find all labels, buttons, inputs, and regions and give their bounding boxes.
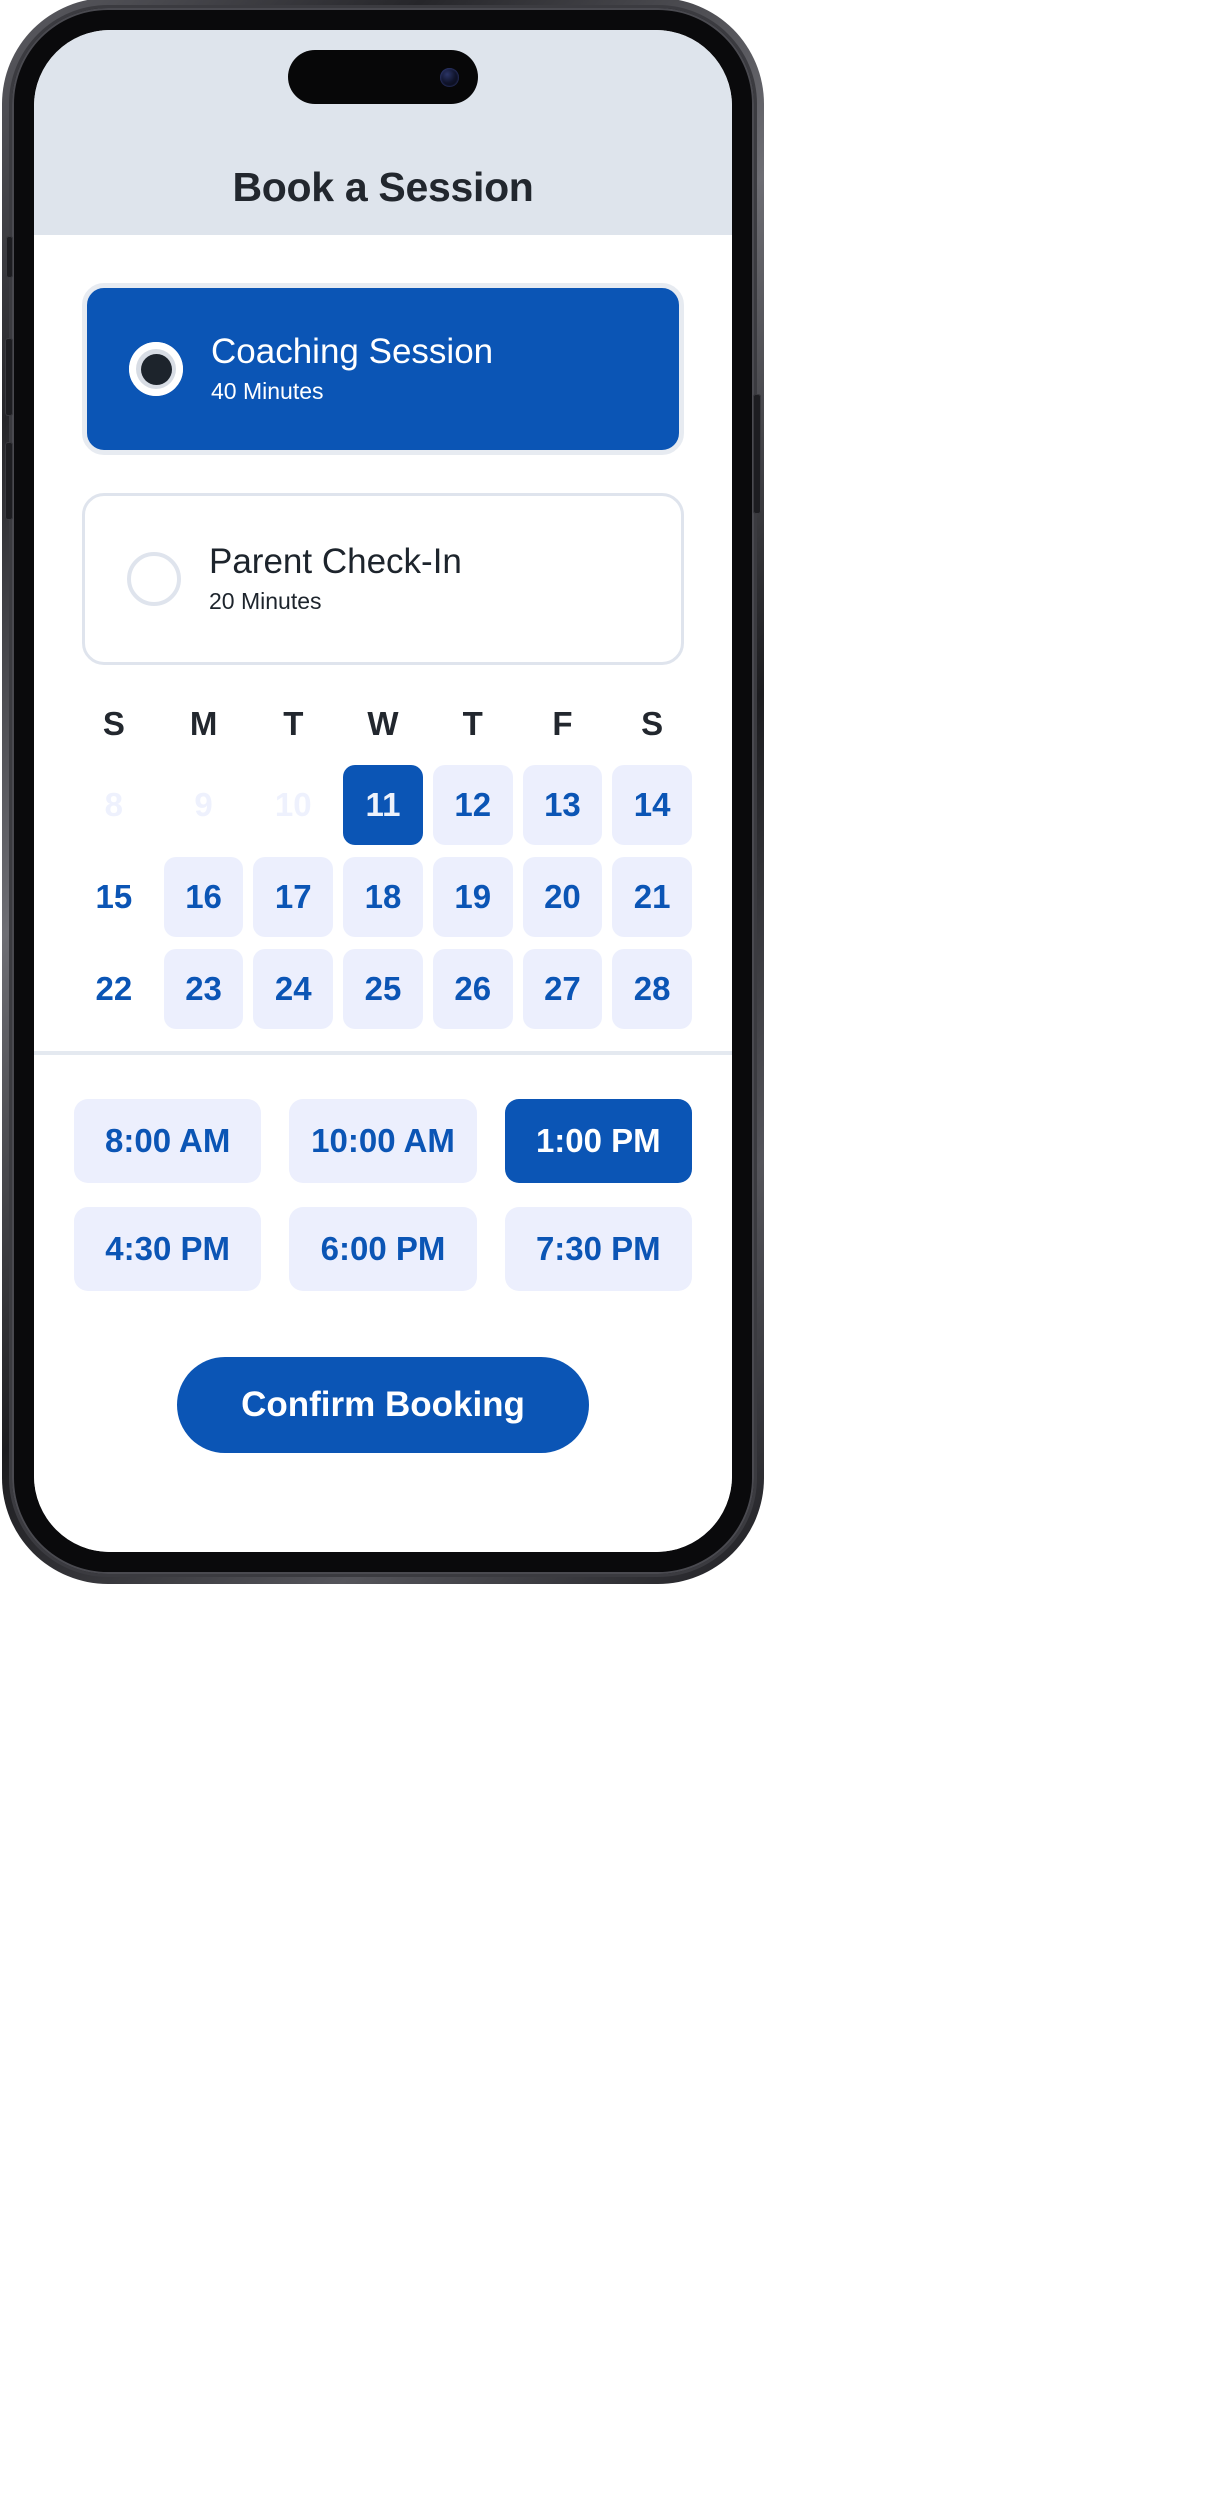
calendar-week-row: 15 16 17 18 19 20 21 (74, 857, 692, 937)
calendar-weekday-0: S (102, 705, 125, 742)
time-slot-1-00-pm[interactable]: 1:00 PM (504, 1099, 692, 1183)
dynamic-island-notch (288, 50, 478, 104)
calendar-day-16[interactable]: 16 (163, 857, 244, 937)
calendar-day-12[interactable]: 12 (432, 765, 513, 845)
calendar-day-24[interactable]: 24 (253, 949, 334, 1029)
calendar-day-17[interactable]: 17 (253, 857, 334, 937)
volume-down-button[interactable] (5, 442, 13, 520)
session-option-coaching-session[interactable]: Coaching Session 40 Minutes (82, 283, 684, 455)
volume-up-button[interactable] (5, 338, 13, 416)
confirm-booking-button[interactable]: Confirm Booking (177, 1357, 589, 1453)
calendar-day-10: 10 (274, 786, 312, 823)
calendar-weekday-4: T (462, 705, 483, 742)
session-option-duration: 20 Minutes (209, 587, 322, 614)
phone-device-frame: Book a Session Coaching Session 40 Minut… (2, 0, 764, 1584)
calendar-day-9: 9 (194, 786, 213, 823)
session-option-duration: 40 Minutes (211, 377, 324, 404)
page-title: Book a Session (232, 164, 534, 210)
session-option-title: Parent Check-In (209, 542, 462, 582)
phone-screen: Book a Session Coaching Session 40 Minut… (34, 30, 732, 1552)
calendar-day-20[interactable]: 20 (522, 857, 603, 937)
calendar-day-14[interactable]: 14 (612, 765, 692, 845)
session-option-texts: Coaching Session 40 Minutes (211, 333, 493, 404)
radio-dot-icon (140, 353, 172, 385)
calendar-day-13[interactable]: 13 (522, 765, 603, 845)
calendar-day-21[interactable]: 21 (612, 857, 692, 937)
calendar-day-26[interactable]: 26 (432, 949, 513, 1029)
calendar-day-23[interactable]: 23 (163, 949, 244, 1029)
time-slot-8-00-am[interactable]: 8:00 AM (74, 1099, 262, 1183)
calendar-day-11[interactable]: 11 (343, 765, 423, 845)
calendar-weekday-1: M (189, 705, 218, 742)
radio-selected-icon[interactable] (129, 342, 183, 396)
radio-unselected-icon[interactable] (127, 552, 181, 606)
calendar-weekday-header-row: SMTWTFS (74, 695, 692, 753)
calendar-week-row: 8 9 10 11 12 13 14 (74, 765, 692, 845)
session-option-parent-check-in[interactable]: Parent Check-In 20 Minutes (82, 493, 684, 665)
power-button[interactable] (753, 394, 761, 514)
calendar-day-28[interactable]: 28 (612, 949, 692, 1029)
time-slot-grid: 8:00 AM 10:00 AM 1:00 PM 4:30 PM 6:00 PM 7:30… (74, 1099, 692, 1291)
front-camera-icon (440, 67, 459, 87)
time-slot-10-00-am[interactable]: 10:00 AM (289, 1099, 477, 1183)
calendar-weekday-2: T (283, 705, 304, 742)
calendar-day-18[interactable]: 18 (343, 857, 423, 937)
session-option-texts: Parent Check-In 20 Minutes (209, 543, 462, 614)
booking-content: Coaching Session 40 Minutes Parent Check… (34, 235, 732, 1552)
confirm-button-container: Confirm Booking (34, 1357, 732, 1453)
time-slot-6-00-pm[interactable]: 6:00 PM (289, 1207, 477, 1291)
session-option-title: Coaching Session (211, 332, 494, 372)
calendar: S M T W T F S 8 9 10 11 12 13 14 15 16 17 18 19 20 21 22 23 24… (74, 695, 692, 1029)
calendar-weeks: 8 9 10 11 12 13 14 15 16 17 18 19 20 21 22 23 24 25 26 27 28 (74, 765, 692, 1029)
calendar-day-22[interactable]: 22 (74, 949, 154, 1029)
time-slot-7-30-pm[interactable]: 7:30 PM (504, 1207, 692, 1291)
time-slot-4-30-pm[interactable]: 4:30 PM (74, 1207, 262, 1291)
calendar-day-27[interactable]: 27 (522, 949, 603, 1029)
calendar-day-8: 8 (104, 786, 124, 823)
calendar-weekday-3: W (367, 705, 399, 742)
silent-switch-button[interactable] (6, 236, 13, 278)
calendar-week-row: 22 23 24 25 26 27 28 (74, 949, 692, 1029)
calendar-day-19[interactable]: 19 (432, 857, 513, 937)
calendar-weekday-5: F (552, 705, 573, 742)
calendar-day-25[interactable]: 25 (343, 949, 423, 1029)
calendar-day-15[interactable]: 15 (74, 857, 154, 937)
calendar-weekday-6: S (641, 705, 664, 742)
section-divider (34, 1051, 732, 1055)
